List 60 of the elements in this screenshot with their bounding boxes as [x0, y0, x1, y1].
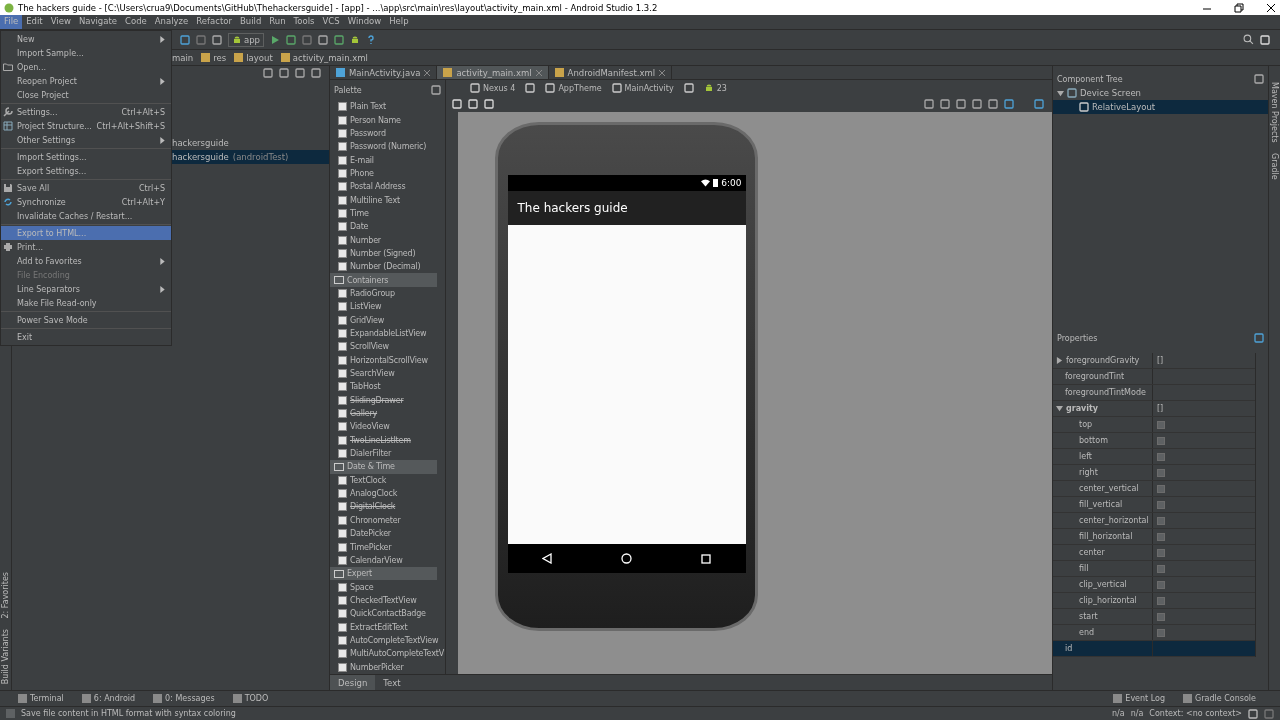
- shortcut: Ctrl+Alt+Y: [121, 197, 165, 207]
- clock-time: 6:00: [721, 178, 742, 188]
- shortcut: Ctrl+S: [139, 183, 165, 193]
- property-name: center_vertical: [1079, 484, 1139, 493]
- menu-item-label: Other Settings: [17, 135, 77, 145]
- run-config-label: app: [244, 34, 260, 45]
- property-name: top: [1079, 420, 1093, 429]
- property-name: fill_horizontal: [1079, 532, 1133, 541]
- module-name: hackersguide: [172, 152, 229, 162]
- tree-item-label: Device Screen: [1080, 88, 1141, 98]
- menu-item-label: Make File Read-only: [17, 298, 98, 308]
- property-name: center: [1079, 548, 1105, 557]
- property-name: foregroundGravity: [1066, 356, 1140, 365]
- menu-item-label: Print...: [17, 242, 45, 252]
- property-value: []: [1157, 356, 1164, 365]
- menu-item-label: Import Settings...: [17, 152, 88, 162]
- property-value: []: [1157, 404, 1164, 413]
- menu-item-label: Save All: [17, 183, 51, 193]
- app-title: The hackers guide: [517, 201, 628, 215]
- menu-item-label: Export to HTML...: [17, 228, 88, 238]
- status-message: Save file content in HTML format with syntax coloring: [21, 709, 237, 718]
- property-name: start: [1079, 612, 1098, 621]
- property-name: id: [1065, 644, 1073, 653]
- property-name: fill_vertical: [1079, 500, 1123, 509]
- property-name: fill: [1079, 564, 1089, 573]
- property-name: center_horizontal: [1079, 516, 1149, 525]
- panel-title: Component Tree: [1057, 74, 1123, 84]
- menu-item-label: Line Separators: [17, 284, 81, 294]
- menu-item-label: Exit: [17, 332, 34, 342]
- property-name: clip_horizontal: [1079, 596, 1137, 605]
- property-name: clip_vertical: [1079, 580, 1127, 589]
- panel-title: Palette: [334, 85, 362, 95]
- property-name: end: [1079, 628, 1095, 637]
- property-name: bottom: [1079, 436, 1108, 445]
- property-name: gravity: [1066, 404, 1099, 413]
- menu-item-label: Settings...: [17, 107, 59, 117]
- menu-item-label: Add to Favorites: [17, 256, 83, 266]
- status-item: n/a: [1112, 709, 1125, 718]
- property-name: foregroundTint: [1065, 372, 1125, 381]
- menu-item-label: Project Structure...: [17, 121, 93, 131]
- property-name: left: [1079, 452, 1092, 461]
- shortcut: Ctrl+Alt+S: [121, 107, 165, 117]
- menu-item-label: Synchronize: [17, 197, 67, 207]
- menu-item-label: Invalidate Caches / Restart...: [17, 211, 134, 221]
- menu-item-label: New: [17, 34, 36, 44]
- window-title: The hackers guide - [C:\Users\crua9\Documents\GitHub\Thehackersguide] - [app] - ...\app\src\main\res\layout\activity_main.xml - Android Studio 1.3.2: [18, 2, 659, 13]
- status-item: Context: <no context>: [1149, 709, 1242, 718]
- menu-item-label: Reopen Project: [17, 76, 78, 86]
- panel-title: Properties: [1057, 333, 1098, 343]
- menu-item-label: Close Project: [17, 90, 70, 100]
- status-item: n/a: [1130, 709, 1144, 718]
- property-name: right: [1079, 468, 1098, 477]
- tree-item-label: RelativeLayout: [1092, 102, 1156, 112]
- menu-item-label: Open...: [17, 62, 47, 72]
- shortcut: Ctrl+Alt+Shift+S: [96, 121, 165, 131]
- module-note: (androidTest): [232, 152, 289, 162]
- menu-item-label: Power Save Mode: [17, 315, 89, 325]
- property-name: foregroundTintMode: [1065, 388, 1146, 397]
- menu-item-label: Import Sample...: [17, 48, 85, 58]
- menu-item-label: Export Settings...: [17, 166, 88, 176]
